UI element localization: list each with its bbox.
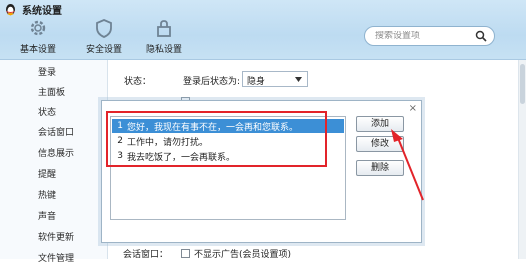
login-status-label: 登录后状态为: [183, 77, 241, 87]
list-item-text: 工作中，请勿打扰。 [127, 137, 209, 148]
list-item[interactable]: 3 我去吃饭了，一会再联系。 [112, 149, 344, 163]
tab-label: 安全设置 [85, 45, 122, 55]
tab-security-settings[interactable]: 安全设置 [74, 16, 134, 58]
login-status-select[interactable]: 隐身 [242, 71, 308, 87]
tab-basic-settings[interactable]: 基本设置 [8, 16, 68, 58]
auto-reply-dialog: × 1 您好，我现在有事不在，一会再和您联系。 2 工作中，请勿打扰。 3 我去… [101, 100, 422, 243]
sidebar-item-login[interactable]: 登录 [38, 65, 56, 79]
sidebar-item-hotkeys[interactable]: 热键 [38, 188, 56, 202]
no-ads-checkbox[interactable] [181, 249, 190, 258]
tab-label: 隐私设置 [145, 45, 182, 55]
no-ads-label: 不显示广告(会员设置项) [194, 250, 292, 260]
chevron-down-icon [295, 77, 302, 82]
search-input[interactable] [375, 31, 475, 41]
list-item[interactable]: 2 工作中，请勿打扰。 [112, 134, 344, 148]
close-icon[interactable]: × [409, 103, 417, 114]
sidebar-item-status[interactable]: 状态 [38, 105, 56, 119]
delete-button[interactable]: 删除 [356, 160, 404, 176]
sidebar-item-main-panel[interactable]: 主面板 [38, 85, 65, 99]
scrollbar-thumb[interactable] [520, 64, 525, 104]
sidebar-item-info-display[interactable]: 信息展示 [38, 146, 74, 160]
search-box[interactable] [364, 26, 495, 46]
list-item-text: 我去吃饭了，一会再联系。 [127, 152, 236, 163]
edit-button[interactable]: 修改 [356, 136, 404, 152]
list-item[interactable]: 1 您好，我现在有事不在，一会再和您联系。 [112, 119, 344, 133]
window-title: 系统设置 [22, 5, 62, 17]
list-item-number: 2 [117, 136, 123, 146]
list-item-number: 3 [117, 151, 123, 161]
settings-header: 系统设置 基本设置 安全设置 隐私设置 [0, 0, 526, 60]
sidebar-item-software-update[interactable]: 软件更新 [38, 230, 74, 244]
sidebar-item-reminder[interactable]: 提醒 [38, 167, 56, 181]
no-ads-row: 不显示广告(会员设置项) [181, 247, 291, 260]
qq-penguin-icon [6, 3, 15, 15]
status-section-label: 状态： [124, 77, 152, 87]
session-window-label: 会话窗口： [123, 250, 169, 260]
status-select-value: 隐身 [247, 77, 266, 87]
title-bar: 系统设置 [4, 2, 62, 17]
lock-icon [157, 20, 171, 37]
vertical-scrollbar[interactable] [518, 60, 526, 259]
tab-privacy-settings[interactable]: 隐私设置 [134, 16, 194, 58]
list-item-number: 1 [117, 121, 123, 131]
sidebar-item-sound[interactable]: 声音 [38, 209, 56, 223]
add-button[interactable]: 添加 [356, 116, 404, 132]
gear-icon [30, 20, 46, 36]
auto-reply-list[interactable]: 1 您好，我现在有事不在，一会再和您联系。 2 工作中，请勿打扰。 3 我去吃饭… [110, 116, 346, 220]
list-item-text: 您好，我现在有事不在，一会再和您联系。 [127, 122, 299, 133]
sidebar-item-file-management[interactable]: 文件管理 [38, 251, 74, 265]
search-icon[interactable] [475, 30, 487, 42]
tab-label: 基本设置 [19, 45, 56, 55]
sidebar-item-session-window[interactable]: 会话窗口 [38, 125, 74, 139]
shield-icon [96, 19, 112, 38]
settings-sidebar: 登录 主面板 状态 会话窗口 信息展示 提醒 热键 声音 软件更新 文件管理 [0, 60, 108, 264]
